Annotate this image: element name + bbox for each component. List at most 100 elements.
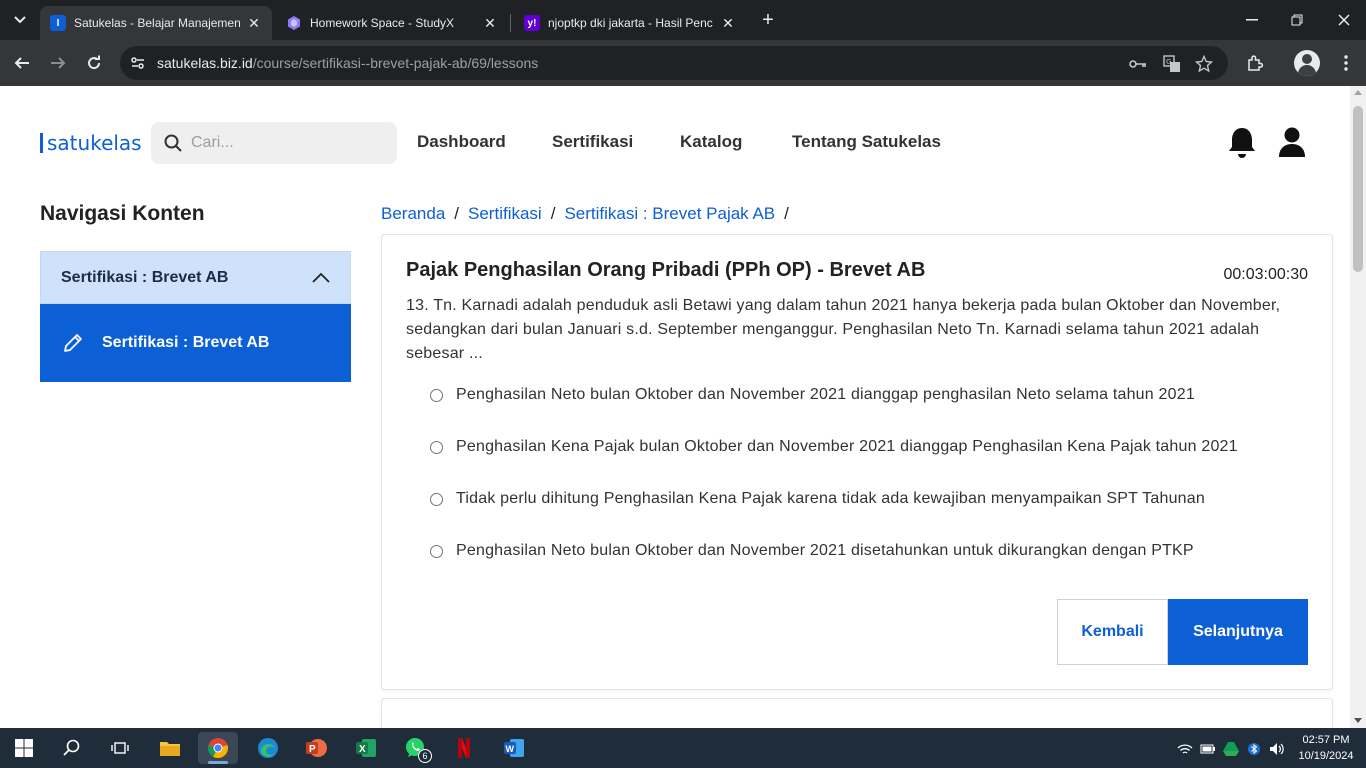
answer-option-1[interactable]: Penghasilan Neto bulan Oktober dan Novem… — [430, 383, 1195, 407]
forward-arrow-icon[interactable] — [46, 51, 70, 75]
edge-icon[interactable] — [248, 732, 288, 764]
search-input[interactable]: Cari... — [151, 122, 397, 164]
chevron-up-icon[interactable] — [311, 268, 331, 288]
user-account-icon[interactable] — [1278, 126, 1306, 158]
sidebar-section-header[interactable]: Sertifikasi : Brevet AB — [40, 251, 351, 304]
tab-title: njoptkp dki jakarta - Hasil Penc — [548, 16, 713, 30]
pencil-icon — [64, 334, 82, 352]
task-view-icon[interactable] — [100, 732, 140, 764]
breadcrumb-sertifikasi[interactable]: Sertifikasi — [468, 204, 542, 223]
close-tab-icon[interactable]: ✕ — [720, 15, 736, 31]
quiz-timer: 00:03:00:30 — [1223, 266, 1308, 283]
whatsapp-icon[interactable]: 6 — [396, 732, 436, 764]
restore-icon[interactable] — [1283, 8, 1311, 32]
question-text: 13. Tn. Karnadi adalah penduduk asli Bet… — [406, 297, 1281, 362]
powerpoint-icon[interactable]: P — [296, 732, 336, 764]
studyx-favicon-icon — [286, 15, 302, 31]
tab-yahoo-search[interactable]: y! njoptkp dki jakarta - Hasil Penc ✕ — [514, 6, 746, 40]
breadcrumb-separator: / — [784, 204, 789, 223]
breadcrumb-beranda[interactable]: Beranda — [381, 204, 445, 223]
browser-tab-bar: I Satukelas - Belajar Manajemen ✕ Homewo… — [0, 0, 1366, 40]
svg-text:X: X — [359, 744, 366, 755]
chrome-taskbar-icon[interactable] — [198, 732, 238, 764]
clock-time: 02:57 PM — [1302, 734, 1350, 746]
minimize-icon[interactable] — [1238, 8, 1266, 32]
active-app-indicator — [208, 761, 228, 764]
logo-text: satukelas — [47, 131, 142, 155]
radio-button[interactable] — [430, 388, 443, 402]
page-content: satukelas Cari... Dashboard Sertifikasi … — [0, 86, 1350, 728]
answer-option-4[interactable]: Penghasilan Neto bulan Oktober dan Novem… — [430, 539, 1194, 563]
profile-avatar[interactable] — [1294, 50, 1320, 76]
translate-icon[interactable]: G — [1162, 54, 1182, 74]
breadcrumb-brevet-pajak-ab[interactable]: Sertifikasi : Brevet Pajak AB — [564, 204, 775, 223]
password-key-icon[interactable] — [1128, 54, 1148, 74]
nav-sertifikasi[interactable]: Sertifikasi — [552, 132, 633, 152]
logo-bar-icon — [40, 133, 43, 153]
close-window-icon[interactable] — [1330, 8, 1358, 32]
nav-katalog[interactable]: Katalog — [680, 132, 742, 152]
netflix-icon[interactable] — [444, 732, 484, 764]
radio-button[interactable] — [430, 544, 443, 558]
google-drive-icon[interactable] — [1222, 740, 1240, 758]
battery-icon[interactable] — [1199, 740, 1217, 758]
whatsapp-notification-badge: 6 — [418, 749, 432, 763]
yahoo-favicon-icon: y! — [524, 15, 540, 31]
sidebar-item-brevet-ab[interactable]: Sertifikasi : Brevet AB — [40, 304, 351, 382]
volume-icon[interactable] — [1268, 740, 1286, 758]
new-tab-button[interactable]: + — [758, 10, 778, 30]
close-tab-icon[interactable]: ✕ — [246, 15, 262, 31]
bluetooth-icon[interactable] — [1245, 740, 1263, 758]
nav-tentang-satukelas[interactable]: Tentang Satukelas — [792, 132, 941, 152]
url-path: /course/sertifikasi--brevet-pajak-ab/69/… — [252, 55, 539, 71]
excel-icon[interactable]: X — [346, 732, 386, 764]
search-icon — [164, 134, 182, 152]
word-icon[interactable]: W — [494, 732, 534, 764]
site-logo[interactable]: satukelas — [40, 131, 142, 155]
tab-search-chevron-icon[interactable] — [8, 10, 32, 30]
answer-option-2[interactable]: Penghasilan Kena Pajak bulan Oktober dan… — [430, 435, 1238, 459]
address-bar[interactable]: satukelas.biz.id/course/sertifikasi--bre… — [120, 46, 1228, 80]
option-label: Tidak perlu dihitung Penghasilan Kena Pa… — [456, 490, 1205, 507]
option-label: Penghasilan Neto bulan Oktober dan Novem… — [456, 386, 1195, 403]
scroll-up-arrow-icon[interactable] — [1354, 90, 1362, 95]
notification-bell-icon[interactable] — [1226, 126, 1258, 160]
radio-button[interactable] — [430, 492, 443, 506]
breadcrumb-separator: / — [454, 204, 460, 223]
tab-title: Satukelas - Belajar Manajemen — [74, 16, 240, 30]
nav-dashboard[interactable]: Dashboard — [417, 132, 506, 152]
svg-text:W: W — [506, 744, 515, 754]
scroll-down-arrow-icon[interactable] — [1354, 718, 1362, 723]
reload-icon[interactable] — [82, 51, 106, 75]
search-placeholder: Cari... — [191, 134, 234, 151]
next-button[interactable]: Selanjutnya — [1168, 599, 1308, 665]
windows-start-icon[interactable] — [4, 732, 44, 764]
clock-date: 10/19/2024 — [1298, 750, 1354, 762]
system-clock[interactable]: 02:57 PM 10/19/2024 — [1296, 732, 1356, 764]
svg-text:P: P — [309, 744, 316, 755]
file-explorer-icon[interactable] — [150, 732, 190, 764]
close-tab-icon[interactable]: ✕ — [482, 15, 498, 31]
breadcrumb: Beranda / Sertifikasi / Sertifikasi : Brevet… — [381, 204, 798, 224]
radio-button[interactable] — [430, 440, 443, 454]
scroll-thumb[interactable] — [1353, 106, 1363, 272]
satukelas-favicon-icon: I — [50, 15, 66, 31]
answer-option-3[interactable]: Tidak perlu dihitung Penghasilan Kena Pa… — [430, 487, 1205, 511]
tab-satukelas[interactable]: I Satukelas - Belajar Manajemen ✕ — [40, 6, 272, 40]
wifi-icon[interactable] — [1176, 740, 1194, 758]
back-arrow-icon[interactable] — [10, 51, 34, 75]
tab-title: Homework Space - StudyX — [310, 16, 455, 30]
content-navigation-title: Navigasi Konten — [40, 202, 205, 225]
back-button[interactable]: Kembali — [1057, 599, 1168, 665]
quiz-card: Pajak Penghasilan Orang Pribadi (PPh OP)… — [381, 234, 1333, 690]
secondary-card — [381, 698, 1333, 728]
site-info-icon[interactable] — [130, 55, 146, 71]
extensions-icon[interactable] — [1243, 51, 1267, 75]
tab-studyx[interactable]: Homework Space - StudyX ✕ — [276, 6, 508, 40]
more-menu-icon[interactable] — [1334, 51, 1358, 75]
sidebar-section-label: Sertifikasi : Brevet AB — [61, 269, 229, 286]
taskbar-search-icon[interactable] — [52, 732, 92, 764]
page-scrollbar[interactable] — [1350, 86, 1366, 728]
option-label: Penghasilan Kena Pajak bulan Oktober dan… — [456, 438, 1238, 455]
bookmark-star-icon[interactable] — [1194, 54, 1214, 74]
